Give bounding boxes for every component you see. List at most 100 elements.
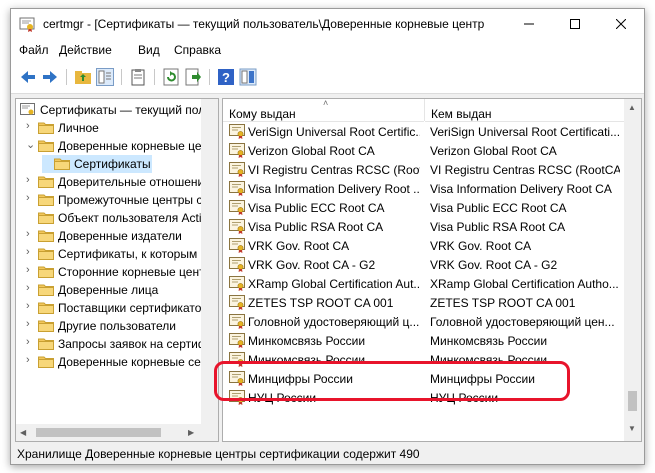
properties-panel-icon[interactable] — [239, 68, 257, 86]
column-header-issued-to[interactable]: Кому выдан ˄ — [223, 99, 424, 122]
certificate-row[interactable]: Visa Public ECC Root CA Visa Public ECC R… — [223, 198, 624, 217]
column-header-issued-by[interactable]: Кем выдан — [425, 99, 624, 122]
folder-icon — [38, 265, 54, 278]
certificate-row[interactable]: Минкомсвязь России Минкомсвязь России — [223, 331, 624, 350]
certificate-icon — [229, 143, 245, 158]
minimize-icon — [524, 23, 534, 25]
expand-chevron-icon[interactable]: › — [26, 336, 36, 348]
cell-issued-by: Verizon Global Root CA — [430, 144, 557, 158]
scroll-right-icon[interactable]: ▶ — [188, 428, 194, 438]
folder-icon — [38, 211, 54, 224]
cell-issued-by: Visa Public RSA Root CA — [430, 220, 566, 234]
expand-chevron-icon[interactable]: › — [26, 192, 36, 204]
folder-icon — [38, 229, 54, 242]
expand-chevron-icon[interactable]: › — [26, 300, 36, 312]
list-vscroll-thumb[interactable] — [628, 391, 637, 411]
svg-text:?: ? — [222, 70, 230, 85]
tree-item[interactable]: Сертификаты — [42, 155, 152, 173]
cell-issued-by: VeriSign Universal Root Certificati... — [430, 125, 620, 139]
expand-chevron-icon[interactable]: › — [26, 282, 36, 294]
scroll-left-icon[interactable]: ◀ — [20, 428, 26, 438]
tree-pane[interactable]: Сертификаты — текущий пользователь › Личн… — [15, 98, 219, 442]
list-vertical-scrollbar[interactable]: ▲ ▼ — [624, 99, 641, 441]
back-arrow-icon[interactable] — [19, 68, 37, 86]
cell-issued-by: VI Registru Centras RCSC (RootCA) — [430, 163, 620, 177]
certificate-icon — [229, 295, 245, 310]
forward-arrow-icon[interactable] — [41, 68, 59, 86]
certificate-row[interactable]: ZETES TSP ROOT CA 001 ZETES TSP ROOT CA 0… — [223, 293, 624, 312]
cell-issued-to: Visa Public ECC Root CA — [248, 201, 385, 215]
expand-chevron-icon[interactable]: › — [26, 120, 36, 132]
certificate-row[interactable]: VRK Gov. Root CA VRK Gov. Root CA — [223, 236, 624, 255]
cell-issued-to: ZETES TSP ROOT CA 001 — [248, 296, 394, 310]
refresh-icon[interactable] — [162, 68, 180, 86]
certificate-icon — [229, 124, 245, 139]
up-folder-icon[interactable] — [74, 68, 92, 86]
export-list-icon[interactable] — [184, 68, 202, 86]
clipboard-icon[interactable] — [129, 68, 147, 86]
cell-issued-by: Visa Public ECC Root CA — [430, 201, 567, 215]
menu-help[interactable]: Справка — [174, 43, 221, 57]
cell-issued-to: XRamp Global Certification Aut... — [248, 277, 420, 291]
folder-icon — [38, 319, 54, 332]
certmgr-app-icon — [19, 17, 35, 32]
tree-item-label: Доверенные издатели — [58, 229, 182, 243]
folder-icon — [38, 121, 54, 134]
certificate-icon — [229, 276, 245, 291]
certificate-row[interactable]: VI Registru Centras RCSC (Root... VI Regi… — [223, 160, 624, 179]
expand-chevron-icon[interactable]: › — [26, 318, 36, 330]
certificate-row[interactable]: Visa Public RSA Root CA Visa Public RSA R… — [223, 217, 624, 236]
menu-bar: Файл Действие Вид Справка — [11, 39, 644, 61]
tree-horizontal-scrollbar[interactable]: ◀ ▶ — [16, 424, 218, 441]
cell-issued-by: VRK Gov. Root CA — [430, 239, 532, 253]
status-text: Хранилище Доверенные корневые центры сер… — [17, 447, 420, 461]
folder-icon — [38, 283, 54, 296]
tree-item-label: Поставщики сертификатов — [58, 301, 208, 315]
collapse-chevron-icon[interactable]: ⌄ — [26, 138, 36, 151]
folder-icon — [38, 337, 54, 350]
folder-icon — [38, 175, 54, 188]
certificate-row[interactable]: VeriSign Universal Root Certific... VeriS… — [223, 122, 624, 141]
cell-issued-to: VI Registru Centras RCSC (Root... — [248, 163, 420, 177]
cell-issued-by: XRamp Global Certification Autho... — [430, 277, 619, 291]
menu-view[interactable]: Вид — [138, 43, 160, 57]
certificate-icon — [229, 162, 245, 177]
title-bar[interactable]: certmgr - [Сертификаты — текущий пользов… — [11, 9, 644, 39]
cell-issued-by: Visa Information Delivery Root CA — [430, 182, 612, 196]
tree-item-label: Доверенные лица — [58, 283, 159, 297]
maximize-icon — [570, 19, 580, 29]
scroll-up-icon[interactable]: ▲ — [628, 103, 636, 113]
certificate-row[interactable]: Verizon Global Root CA Verizon Global Roo… — [223, 141, 624, 160]
expand-chevron-icon[interactable]: › — [26, 246, 36, 258]
scroll-down-icon[interactable]: ▼ — [628, 424, 636, 434]
annotation-highlight — [214, 361, 570, 401]
cell-issued-to: Verizon Global Root CA — [248, 144, 375, 158]
cell-issued-to: Головной удостоверяющий ц... — [248, 315, 420, 329]
tree-item-label: Другие пользователи — [58, 319, 176, 333]
expand-chevron-icon[interactable]: › — [26, 354, 36, 366]
certificate-row[interactable]: VRK Gov. Root CA - G2 VRK Gov. Root CA - … — [223, 255, 624, 274]
cell-issued-to: VRK Gov. Root CA - G2 — [248, 258, 376, 272]
show-hide-tree-icon[interactable] — [96, 68, 114, 86]
tree-hscroll-thumb[interactable] — [36, 428, 161, 437]
certificate-row[interactable]: Visa Information Delivery Root ... Visa I… — [223, 179, 624, 198]
folder-icon — [38, 139, 54, 152]
help-icon[interactable]: ? — [217, 68, 235, 86]
tree-item-label: Объект пользователя Active Directory — [58, 211, 218, 225]
tree-item-label: Запросы заявок на сертификат — [58, 337, 219, 351]
close-button[interactable] — [598, 9, 644, 39]
expand-chevron-icon[interactable]: › — [26, 264, 36, 276]
tree-item-label: Личное — [58, 121, 99, 135]
cell-issued-to: Минкомсвязь России — [248, 334, 366, 348]
column-header-issued-by-label: Кем выдан — [431, 107, 492, 121]
expand-chevron-icon[interactable]: › — [26, 174, 36, 186]
menu-file[interactable]: Файл — [19, 43, 49, 57]
certificate-row[interactable]: Головной удостоверяющий ц... Головной удо… — [223, 312, 624, 331]
tree-item-label: Доверенные корневые центры сертификации — [58, 139, 218, 153]
expand-chevron-icon[interactable]: › — [26, 228, 36, 240]
menu-action[interactable]: Действие — [59, 43, 112, 57]
tree-item-label: Сертификаты — [74, 157, 151, 171]
certificate-row[interactable]: XRamp Global Certification Aut... XRamp G… — [223, 274, 624, 293]
maximize-button[interactable] — [552, 9, 598, 39]
minimize-button[interactable] — [506, 9, 552, 39]
